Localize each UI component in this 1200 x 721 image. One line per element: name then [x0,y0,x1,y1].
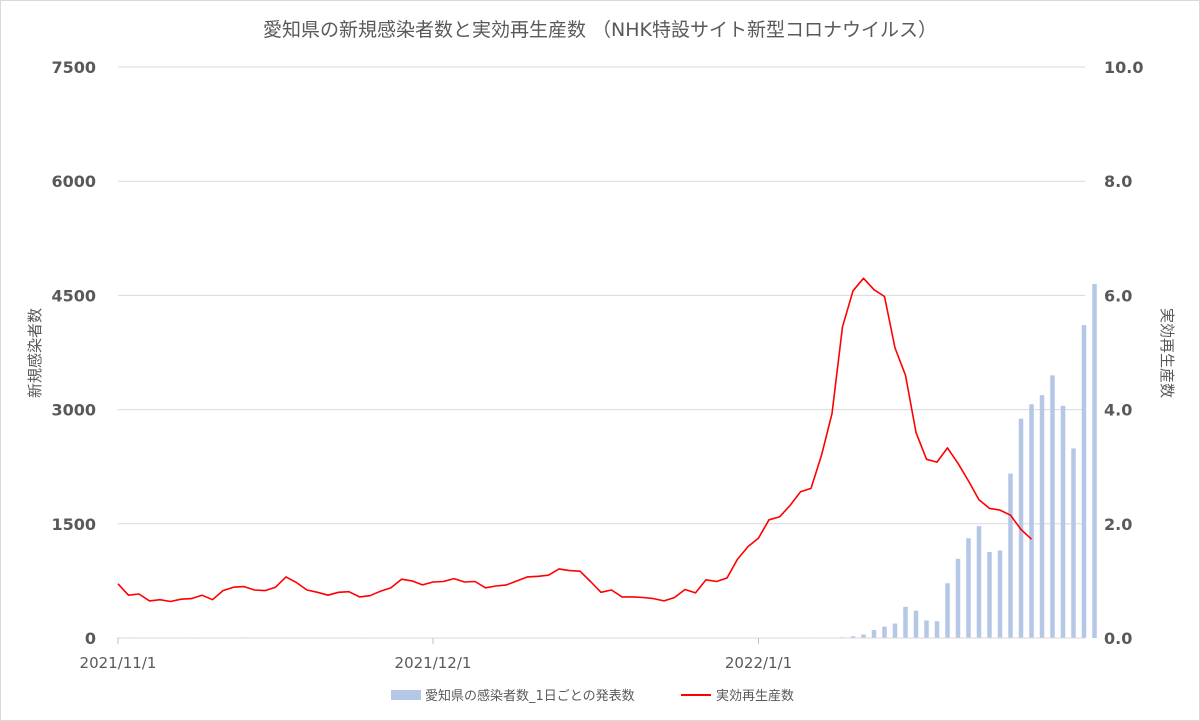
bar [913,610,919,638]
right-axis-title: 実効再生産数 [1158,308,1176,398]
bar [871,630,877,638]
chart-title: 愛知県の新規感染者数と実効再生産数 （NHK特設サイト新型コロナウイルス） [263,19,937,41]
bar [1092,283,1097,638]
bar [903,606,908,638]
right-tick-label: 4.0 [1104,401,1132,420]
bar [934,621,940,638]
legend: 愛知県の感染者数_1日ごとの発表数 実効再生産数 [391,688,794,704]
legend-bar-swatch [391,690,421,700]
bar [892,623,898,638]
chart-svg: 愛知県の新規感染者数と実効再生産数 （NHK特設サイト新型コロナウイルス） 0 1… [0,0,1200,721]
bar [966,538,971,638]
right-tick-label: 2.0 [1104,515,1132,534]
x-tick-label: 2021/12/1 [395,654,472,672]
left-tick-label: 3000 [51,401,96,420]
bar [1081,325,1087,638]
bar [1039,395,1045,638]
legend-line-label: 実効再生産数 [716,688,794,704]
bar [882,626,887,638]
chart-container: 愛知県の新規感染者数と実効再生産数 （NHK特設サイト新型コロナウイルス） 0 1… [0,0,1200,721]
bar [976,526,982,638]
left-tick-label: 1500 [51,515,96,534]
left-tick-label: 6000 [51,172,96,191]
bar [997,550,1003,638]
bar [955,558,961,638]
right-tick-label: 0.0 [1104,629,1132,648]
left-tick-label: 4500 [51,286,96,305]
legend-bar-label: 愛知県の感染者数_1日ごとの発表数 [425,688,635,704]
bar [1060,405,1066,638]
right-tick-label: 10.0 [1104,58,1143,77]
bar [924,620,929,638]
bar [1008,473,1013,638]
x-tick-label: 2022/1/1 [725,654,792,672]
left-axis-title: 新規感染者数 [26,308,44,398]
right-tick-label: 8.0 [1104,172,1132,191]
bar [1071,448,1076,638]
left-tick-label: 0 [85,629,96,648]
right-tick-label: 6.0 [1104,286,1132,305]
bar [945,583,950,638]
bar [1050,375,1055,638]
bar [861,634,866,638]
x-tick-label: 2021/11/1 [80,654,157,672]
left-tick-label: 7500 [51,58,96,77]
bar [987,551,992,638]
bar [1029,404,1034,638]
